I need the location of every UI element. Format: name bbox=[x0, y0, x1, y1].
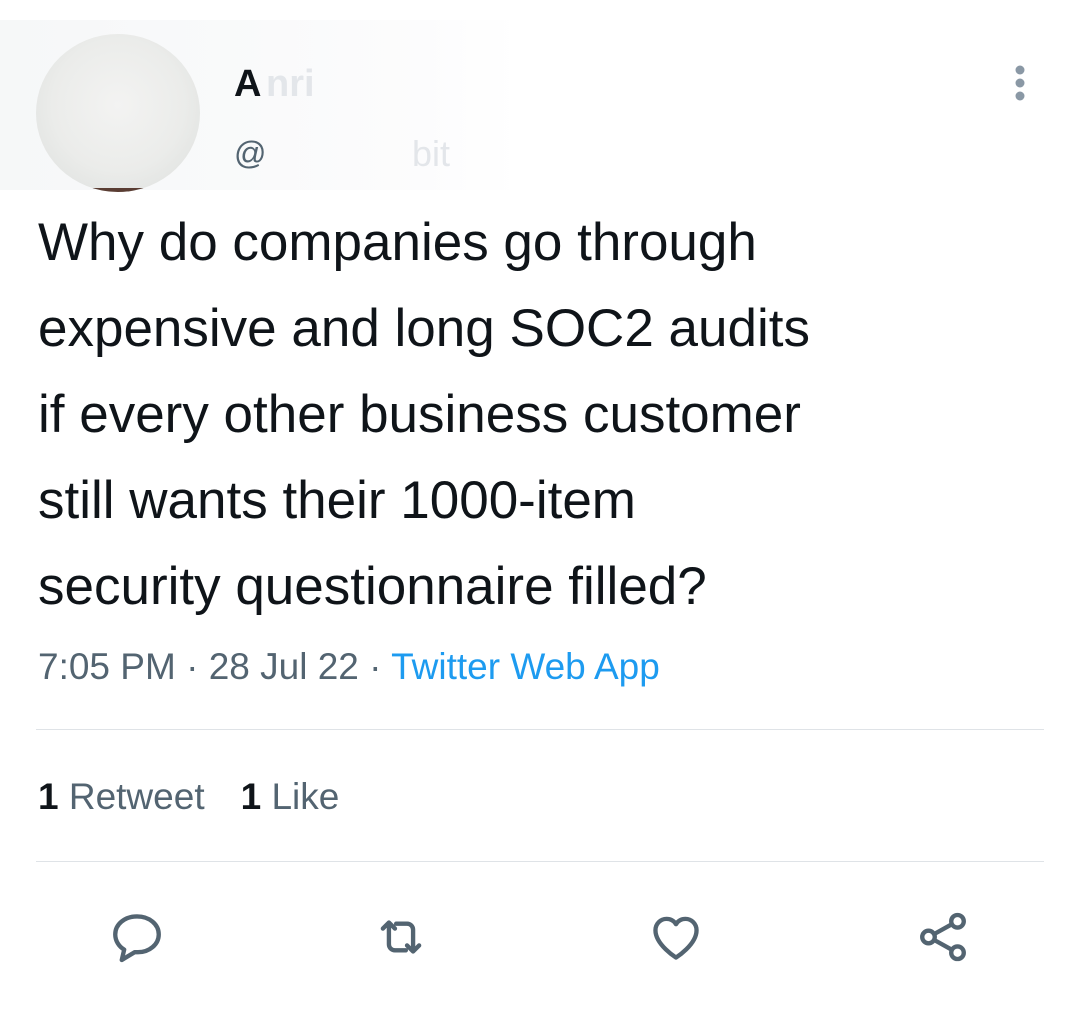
meta-separator: · bbox=[175, 646, 209, 687]
like-button[interactable] bbox=[644, 905, 708, 969]
avatar-detail bbox=[88, 188, 148, 192]
author-name[interactable]: A bbox=[234, 63, 261, 106]
author-handle-faded: bit bbox=[412, 133, 451, 174]
retweet-icon bbox=[380, 920, 422, 954]
divider bbox=[36, 729, 1044, 730]
author-name-faded: nri bbox=[266, 63, 315, 105]
share-icon bbox=[920, 912, 966, 962]
tweet-source[interactable]: Twitter Web App bbox=[391, 646, 660, 687]
tweet-meta: 7:05 PM · 28 Jul 22 · Twitter Web App bbox=[38, 646, 660, 688]
avatar[interactable] bbox=[36, 34, 200, 192]
retweets-stat[interactable]: 1 Retweet bbox=[38, 776, 205, 817]
tweet-text: Why do companies go through expensive an… bbox=[38, 213, 810, 616]
heart-icon bbox=[653, 916, 699, 960]
tweet-stats: 1 Retweet 1 Like bbox=[38, 776, 339, 818]
retweet-button[interactable] bbox=[369, 905, 433, 969]
divider bbox=[36, 861, 1044, 862]
reply-icon bbox=[113, 914, 161, 963]
like-label: Like bbox=[271, 776, 340, 817]
tweet-time[interactable]: 7:05 PM bbox=[38, 646, 176, 687]
tweet-date[interactable]: 28 Jul 22 bbox=[209, 646, 359, 687]
reply-button[interactable] bbox=[105, 905, 169, 969]
more-vertical-icon[interactable] bbox=[1004, 62, 1036, 106]
likes-stat[interactable]: 1 Like bbox=[241, 776, 340, 817]
meta-separator: · bbox=[358, 646, 392, 687]
retweet-count: 1 bbox=[38, 776, 59, 817]
retweet-label: Retweet bbox=[68, 776, 205, 817]
share-button[interactable] bbox=[911, 905, 975, 969]
author-handle[interactable]: @ bbox=[234, 135, 266, 172]
like-count: 1 bbox=[240, 776, 262, 817]
